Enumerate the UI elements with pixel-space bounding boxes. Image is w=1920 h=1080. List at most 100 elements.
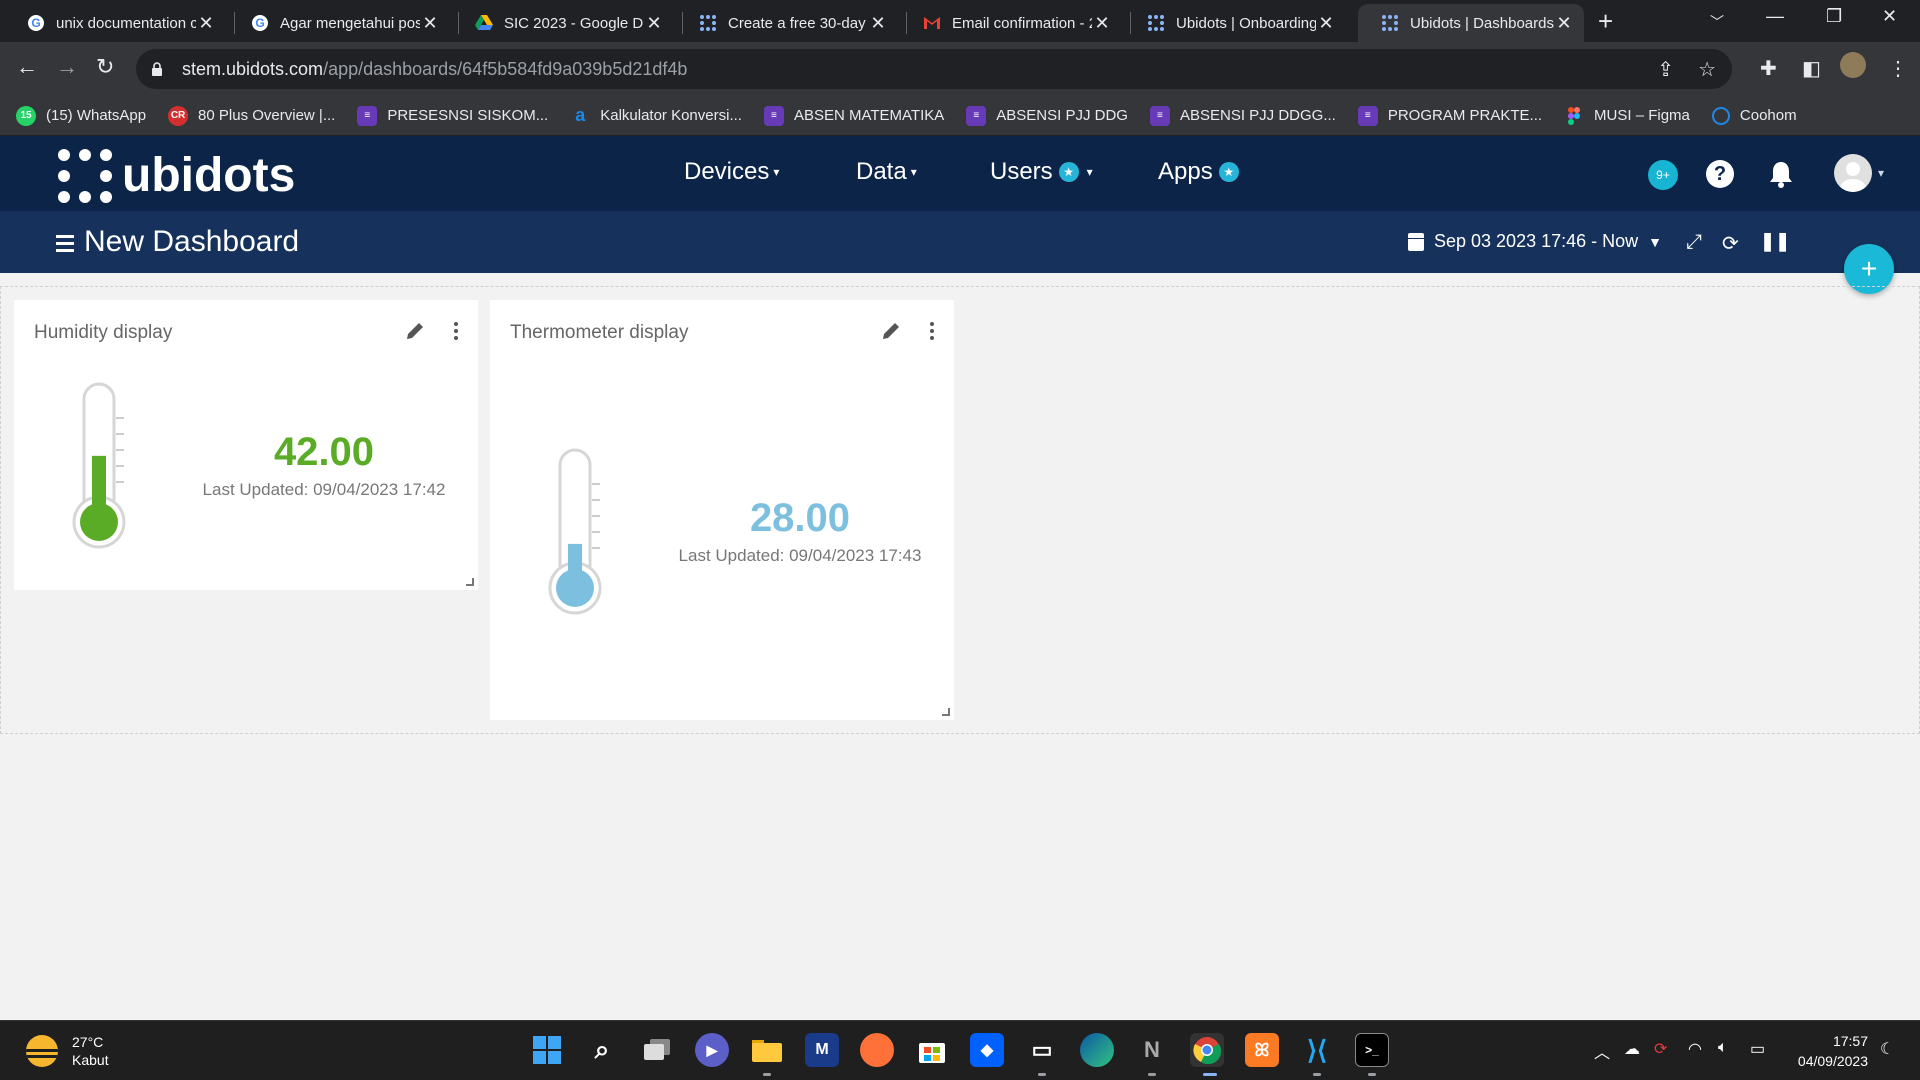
bookmark-absensi-pjj-ddgg[interactable]: ≡ ABSENSI PJJ DDGG...: [1149, 105, 1336, 126]
widget-thermometer[interactable]: Thermometer display 28.00 Last Updated: …: [490, 300, 954, 720]
menu-apps[interactable]: Apps ★: [1158, 158, 1239, 186]
new-tab-icon[interactable]: +: [1598, 6, 1613, 37]
bookmark-star-icon[interactable]: ☆: [1698, 57, 1716, 82]
chevron-up-icon[interactable]: ︿: [1594, 1039, 1610, 1063]
volume-icon[interactable]: 🔈︎: [1718, 1039, 1728, 1057]
thermometer-gauge-icon: [548, 448, 602, 615]
menu-devices[interactable]: Devices ▾: [684, 158, 779, 186]
bookmark-presensi[interactable]: ≡ PRESESNSI SISKOM...: [357, 105, 548, 126]
minimize-icon[interactable]: —: [1766, 6, 1784, 27]
dashboard-title[interactable]: New Dashboard: [84, 225, 299, 259]
resize-handle[interactable]: [942, 708, 950, 716]
bookmark-absensi-pjj[interactable]: ≡ ABSENSI PJJ DDG: [966, 105, 1128, 126]
bell-icon[interactable]: [1768, 160, 1794, 188]
tab-6-active[interactable]: Ubidots | Dashboards ✕: [1358, 4, 1584, 42]
bookmark-figma[interactable]: MUSI – Figma: [1564, 106, 1690, 126]
sync-icon[interactable]: ⟳: [1654, 1039, 1667, 1059]
more-menu-icon[interactable]: ⋮: [1888, 56, 1908, 81]
google-forms-icon: ≡: [966, 105, 987, 126]
search-icon[interactable]: ⌕: [585, 1033, 619, 1067]
active-indicator: [1203, 1073, 1217, 1076]
bookmark-absen-matematika[interactable]: ≡ ABSEN MATEMATIKA: [763, 105, 944, 126]
google-forms-icon: ≡: [1149, 105, 1170, 126]
resize-handle[interactable]: [466, 578, 474, 586]
system-clock[interactable]: 17:57 04/09/2023: [1786, 1031, 1868, 1071]
menu-users[interactable]: Users ★ ▾: [990, 158, 1093, 186]
tab-search-icon[interactable]: ﹀: [1710, 12, 1724, 32]
more-vertical-icon[interactable]: [453, 320, 459, 342]
kalkulator-icon: a: [575, 105, 586, 125]
bookmark-program-praktek[interactable]: ≡ PROGRAM PRAKTE...: [1357, 105, 1542, 126]
menu-data[interactable]: Data ▾: [856, 158, 917, 186]
fullscreen-icon[interactable]: ⤢: [1686, 231, 1702, 254]
ubidots-logo[interactable]: ubidots: [58, 148, 295, 203]
tab-1[interactable]: G Agar mengetahui pos ✕: [228, 4, 450, 42]
bookmark-coohom[interactable]: Coohom: [1711, 106, 1797, 125]
tab-3[interactable]: Create a free 30-day U ✕: [676, 4, 898, 42]
back-icon[interactable]: ←: [16, 54, 38, 80]
tab-2[interactable]: SIC 2023 - Google Dri ✕: [452, 4, 674, 42]
ubidots-icon: [1146, 13, 1166, 33]
notification-center-icon[interactable]: ☾: [1880, 1039, 1894, 1059]
close-tab-icon[interactable]: ✕: [1092, 13, 1112, 34]
bookmark-label: 80 Plus Overview |...: [198, 107, 336, 124]
close-tab-icon[interactable]: ✕: [1316, 13, 1336, 34]
bookmark-80plus[interactable]: CR 80 Plus Overview |...: [168, 105, 336, 126]
close-window-icon[interactable]: ✕: [1882, 6, 1897, 27]
pencil-icon[interactable]: [880, 320, 902, 342]
hamburger-menu-icon[interactable]: [56, 235, 74, 256]
bookmark-label: (15) WhatsApp: [46, 107, 147, 124]
close-tab-icon[interactable]: ✕: [420, 13, 440, 34]
more-vertical-icon[interactable]: [929, 320, 935, 342]
close-tab-icon[interactable]: ✕: [196, 13, 216, 34]
bookmark-whatsapp[interactable]: 15 (15) WhatsApp: [16, 105, 147, 126]
windows-start-icon[interactable]: [530, 1033, 564, 1067]
user-avatar[interactable]: [1834, 154, 1872, 192]
app-m-icon[interactable]: M: [805, 1033, 839, 1067]
close-tab-icon[interactable]: ✕: [868, 13, 888, 34]
tab-0[interactable]: G unix documentation c ✕: [4, 4, 226, 42]
chevron-down-icon[interactable]: ▾: [1878, 166, 1884, 180]
chrome-icon[interactable]: [1190, 1033, 1224, 1067]
tab-5[interactable]: Ubidots | Onboarding ✕: [1124, 4, 1346, 42]
refresh-icon[interactable]: ⟳: [1722, 231, 1739, 256]
close-tab-icon[interactable]: ✕: [644, 13, 664, 34]
wifi-icon[interactable]: ◠: [1688, 1039, 1702, 1059]
tab-title: Create a free 30-day U: [728, 14, 868, 32]
microsoft-store-icon[interactable]: [915, 1033, 949, 1067]
battery-icon[interactable]: ▭: [1750, 1039, 1765, 1059]
edge-icon[interactable]: [1080, 1033, 1114, 1067]
teams-chat-icon[interactable]: ▶: [695, 1033, 729, 1067]
date-range-picker[interactable]: Sep 03 2023 17:46 - Now ▼: [1408, 231, 1662, 252]
xampp-icon[interactable]: ꕤ: [1245, 1033, 1279, 1067]
terminal-icon[interactable]: >_: [1355, 1033, 1389, 1067]
reload-icon[interactable]: ↻: [96, 54, 114, 80]
google-icon: G: [26, 13, 46, 33]
vscode-icon[interactable]: ⟩⟨: [1300, 1033, 1334, 1067]
pause-icon[interactable]: ❚❚: [1760, 231, 1790, 252]
tab-4[interactable]: Email confirmation - 2 ✕: [900, 4, 1122, 42]
widget-humidity[interactable]: Humidity display 42.00 Last Updated: 09/…: [14, 300, 478, 590]
file-explorer-icon[interactable]: [750, 1033, 784, 1067]
bookmark-kalkulator[interactable]: a Kalkulator Konversi...: [570, 105, 742, 126]
firefox-icon[interactable]: [860, 1033, 894, 1067]
app-n-icon[interactable]: N: [1135, 1033, 1169, 1067]
close-tab-icon[interactable]: ✕: [1554, 13, 1574, 34]
weather-widget[interactable]: 27°C Kabut: [26, 1033, 109, 1069]
pencil-icon[interactable]: [404, 320, 426, 342]
side-panel-icon[interactable]: ◧: [1802, 56, 1821, 81]
help-icon[interactable]: ?: [1706, 160, 1734, 188]
forward-icon[interactable]: →: [56, 54, 78, 80]
restore-icon[interactable]: ❐: [1826, 6, 1842, 27]
profile-avatar[interactable]: [1840, 52, 1866, 78]
menu-label: Data: [856, 158, 907, 185]
remote-desktop-icon[interactable]: ▭: [1025, 1033, 1059, 1067]
address-bar[interactable]: stem.ubidots.com /app/dashboards/64f5b58…: [136, 49, 1732, 89]
onedrive-icon[interactable]: ☁: [1624, 1039, 1640, 1059]
task-view-icon[interactable]: [640, 1033, 674, 1067]
share-icon[interactable]: ⇪: [1657, 57, 1674, 82]
dropbox-icon[interactable]: ◆: [970, 1033, 1004, 1067]
notifications-count-badge[interactable]: 9+: [1648, 160, 1678, 190]
extensions-icon[interactable]: ✚: [1760, 56, 1777, 81]
google-drive-icon: [474, 13, 494, 33]
